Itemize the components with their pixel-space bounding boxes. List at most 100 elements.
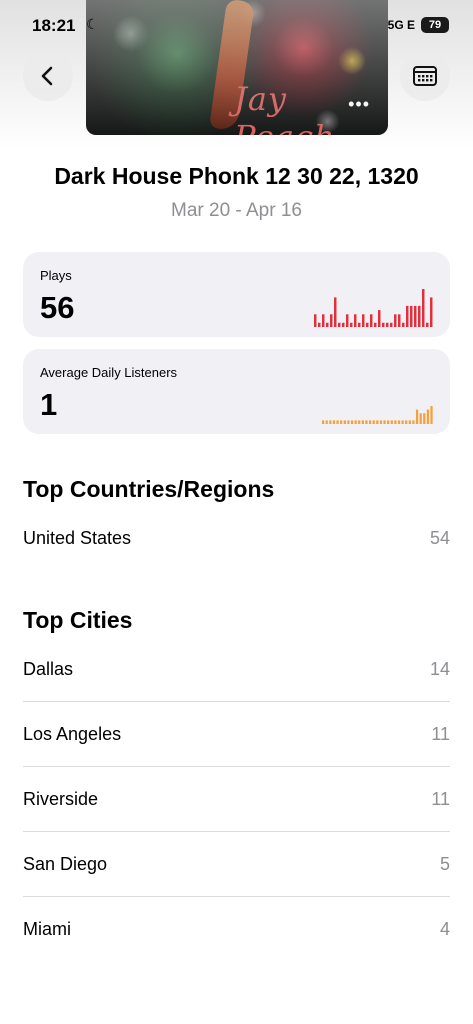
artwork-menu-dots[interactable]: ••• <box>348 94 370 115</box>
sparkline-bar <box>406 305 409 327</box>
sparkline-bar <box>365 420 368 424</box>
sparkline-bar <box>366 322 369 327</box>
sparkline-bar <box>372 420 375 424</box>
sparkline-bar <box>361 420 364 424</box>
sparkline-bar <box>405 420 408 424</box>
sparkline-bar <box>402 322 405 327</box>
sparkline-bar <box>350 322 353 327</box>
city-name: Riverside <box>23 788 99 809</box>
sparkline-bar <box>325 420 328 424</box>
sparkline-bar <box>386 322 389 327</box>
sparkline-bar <box>346 314 349 327</box>
city-row[interactable]: Miami 4 <box>23 897 450 962</box>
sparkline-bar <box>382 322 385 327</box>
sparkline-bar <box>358 420 361 424</box>
sparkline-bar <box>398 314 401 327</box>
sparkline-bar <box>318 322 321 327</box>
sparkline-bar <box>408 420 411 424</box>
sparkline-bar <box>390 420 393 424</box>
moon-icon: ☾ <box>86 16 99 32</box>
plays-value: 56 <box>40 290 75 325</box>
network-indicator: 5G E <box>387 18 415 32</box>
sparkline-bar <box>415 409 419 424</box>
status-time: 18:21 <box>32 16 76 35</box>
city-count: 5 <box>439 853 450 874</box>
sparkline-bar <box>418 305 421 327</box>
city-name: Miami <box>23 919 71 939</box>
sparkline-bar <box>332 420 336 424</box>
sparkline-bar <box>342 322 345 327</box>
city-row[interactable]: Los Angeles 11 <box>23 702 450 767</box>
city-row[interactable]: Riverside 11 <box>23 767 450 832</box>
sparkline-bar <box>394 314 397 327</box>
sparkline-bar <box>350 420 354 424</box>
sparkline-bar <box>326 322 329 327</box>
sparkline-bar <box>322 314 325 327</box>
sparkline-bar <box>354 420 357 424</box>
plays-label: Plays <box>40 268 72 283</box>
status-bar: 18:21 ☾ 5G E 79 <box>0 14 473 38</box>
sparkline-bar <box>426 409 430 424</box>
calendar-button[interactable] <box>400 51 450 101</box>
city-count: 4 <box>439 919 450 939</box>
sparkline-bar <box>340 420 343 424</box>
country-row[interactable]: United States 54 <box>23 506 450 571</box>
sparkline-bar <box>330 314 333 327</box>
calendar-icon <box>413 66 437 86</box>
city-row[interactable]: San Diego 5 <box>23 832 450 897</box>
sparkline-bar <box>347 420 350 424</box>
sparkline-bar <box>374 322 377 327</box>
sparkline-bar <box>334 297 337 327</box>
sparkline-bar <box>343 420 346 424</box>
country-count: 54 <box>429 528 450 548</box>
sparkline-bar <box>426 322 429 327</box>
sparkline-bar <box>354 314 357 327</box>
battery-indicator: 79 <box>421 17 449 33</box>
listeners-card[interactable]: Average Daily Listeners 1 <box>23 349 450 434</box>
sparkline-bar <box>422 289 425 327</box>
cities-heading: Top Cities <box>23 607 133 633</box>
plays-card[interactable]: Plays 56 <box>23 252 450 337</box>
sparkline-bar <box>336 420 339 424</box>
sparkline-bar <box>394 420 397 424</box>
sparkline-bar <box>387 420 390 424</box>
sparkline-bar <box>423 413 426 424</box>
sparkline-bar <box>401 420 404 424</box>
sparkline-bar <box>329 420 332 424</box>
listeners-label: Average Daily Listeners <box>40 365 178 380</box>
date-range: Mar 20 - Apr 16 <box>171 200 302 221</box>
sparkline-bar <box>430 297 433 327</box>
city-row[interactable]: Dallas 14 <box>23 637 450 702</box>
sparkline-bar <box>397 420 401 424</box>
country-name: United States <box>23 528 132 548</box>
city-name: Los Angeles <box>23 723 122 744</box>
sparkline-bar <box>383 420 386 424</box>
sparkline-bar <box>362 314 365 327</box>
sparkline-bar <box>430 406 433 424</box>
sparkline-bar <box>322 420 325 424</box>
sparkline-bar <box>376 420 379 424</box>
sparkline-bar <box>370 314 373 327</box>
sparkline-bar <box>390 322 393 327</box>
sparkline-bar <box>419 413 422 424</box>
sparkline-bar <box>412 420 415 424</box>
sparkline-bar <box>338 322 341 327</box>
city-count: 11 <box>431 788 450 809</box>
city-count: 11 <box>431 723 450 744</box>
back-button[interactable] <box>23 51 73 101</box>
sparkline-bar <box>368 420 372 424</box>
chevron-left-icon <box>41 66 53 86</box>
listeners-value: 1 <box>40 387 58 422</box>
sparkline-bar <box>414 305 417 327</box>
sparkline-bar <box>379 420 383 424</box>
listeners-sparkline <box>322 406 433 424</box>
sparkline-bar <box>378 310 381 327</box>
plays-sparkline <box>314 289 433 327</box>
sparkline-bar <box>358 322 361 327</box>
countries-heading: Top Countries/Regions <box>23 476 275 502</box>
city-count: 14 <box>429 658 450 679</box>
city-name: Dallas <box>23 658 74 679</box>
sparkline-bar <box>410 305 413 327</box>
sparkline-bar <box>314 314 317 327</box>
city-name: San Diego <box>23 853 108 874</box>
